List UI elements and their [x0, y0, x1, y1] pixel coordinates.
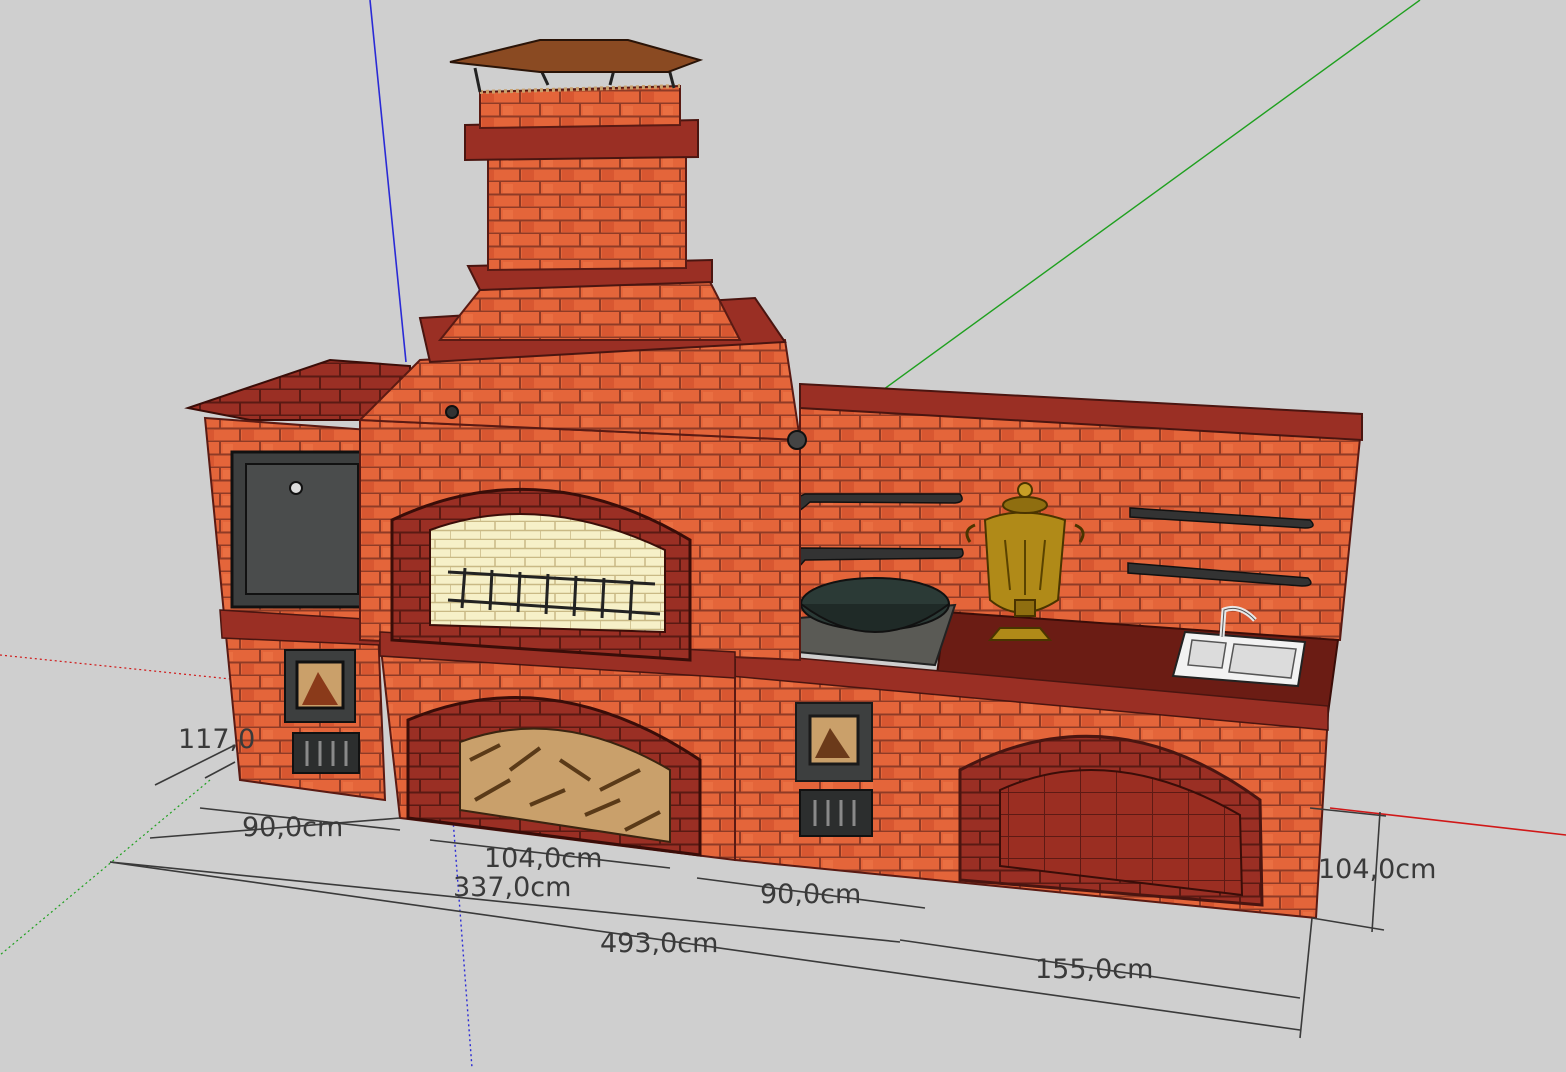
green-axis-dotted	[0, 779, 211, 956]
oven-door-right[interactable]	[795, 702, 873, 782]
chimney-roof	[449, 39, 704, 73]
red-axis	[1329, 807, 1566, 836]
blue-axis	[369, 0, 407, 363]
dim-104-height: 104,0cm	[1318, 854, 1436, 885]
firebox-door-left[interactable]	[284, 649, 356, 723]
dim-155: 155,0cm	[1035, 954, 1153, 985]
kitchen-counter	[728, 382, 1364, 920]
model-canvas: 117,0 90,0cm 104,0cm 337,0cm 90,0cm 493,…	[0, 0, 1566, 1069]
dim-90-right: 90,0cm	[760, 879, 861, 910]
red-axis-dotted	[0, 654, 241, 681]
ash-door-right[interactable]	[799, 789, 873, 837]
oven-door-icon[interactable]	[230, 450, 374, 609]
damper-knob	[445, 405, 459, 419]
chimney-stack	[487, 150, 687, 272]
dim-104-front: 104,0cm	[484, 843, 602, 874]
dim-117: 117,0	[178, 724, 255, 755]
model-viewport[interactable]: 117,0 90,0cm 104,0cm 337,0cm 90,0cm 493,…	[0, 0, 1566, 1069]
chimney-top	[479, 84, 681, 130]
green-axis	[879, 0, 1421, 393]
dim-337: 337,0cm	[453, 872, 571, 903]
chimney-icon	[449, 39, 704, 272]
dim-493: 493,0cm	[600, 928, 718, 959]
side-damper	[787, 430, 807, 450]
ash-door-left[interactable]	[292, 732, 360, 774]
dim-90-left: 90,0cm	[242, 812, 343, 843]
